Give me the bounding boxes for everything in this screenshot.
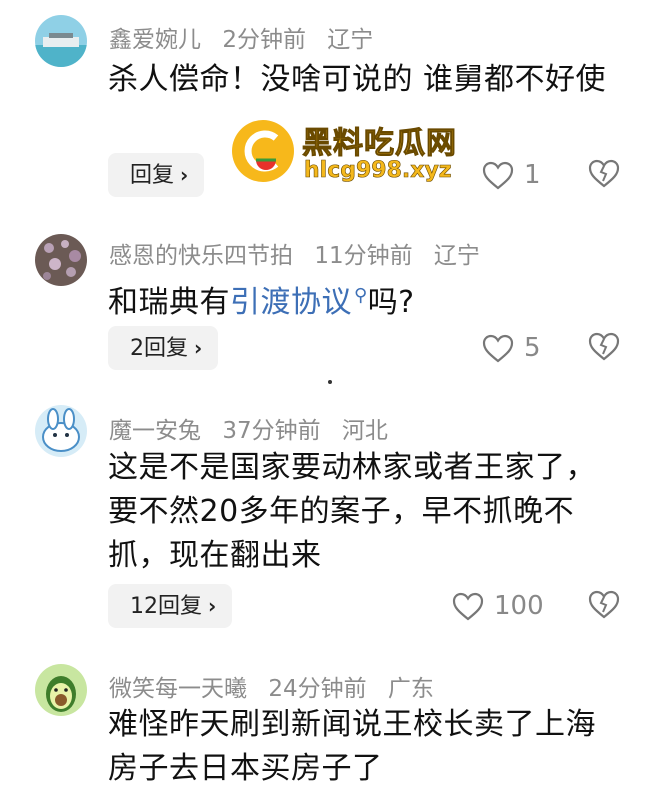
comment-meta: 感恩的快乐四节拍 11分钟前 辽宁	[109, 236, 494, 270]
location: 河北	[341, 418, 388, 444]
username[interactable]: 感恩的快乐四节拍	[109, 243, 293, 269]
broken-heart-icon	[588, 159, 620, 188]
chevron-right-icon: ›	[208, 594, 217, 618]
reply-label: 2回复	[130, 336, 188, 361]
dislike-button[interactable]	[588, 590, 620, 622]
avatar[interactable]	[35, 234, 87, 286]
comment-text-prefix: 和瑞典有	[108, 285, 230, 320]
watermark-logo-icon	[232, 120, 294, 182]
comment-meta: 微笑每一天曦 24分钟前 广东	[109, 669, 448, 703]
search-icon: ⚲	[354, 285, 368, 306]
reply-button[interactable]: 回复 ›	[108, 153, 205, 197]
reply-button[interactable]: 12回复 ›	[108, 584, 233, 628]
search-link[interactable]: 引渡协议	[230, 285, 352, 320]
watermark-site: hlcg998.xyz	[304, 158, 452, 184]
heart-outline-icon	[482, 161, 514, 189]
username[interactable]: 魔一安兔	[109, 418, 201, 444]
like-count: 1	[524, 160, 541, 190]
comment-meta: 魔一安兔 37分钟前 河北	[109, 411, 402, 445]
heart-outline-icon	[452, 592, 484, 620]
like-count: 5	[524, 333, 541, 363]
watermark-title: 黑料吃瓜网	[302, 126, 457, 162]
avatar[interactable]	[35, 405, 87, 457]
dislike-button[interactable]	[588, 159, 620, 191]
like-button[interactable]: 1	[482, 153, 541, 197]
username[interactable]: 鑫爱婉儿	[109, 27, 201, 53]
chevron-right-icon: ›	[194, 336, 203, 360]
comment-meta: 鑫爱婉儿 2分钟前 辽宁	[109, 20, 387, 54]
reply-button[interactable]: 2回复 ›	[108, 326, 219, 370]
reply-label: 回复	[130, 163, 175, 188]
avatar[interactable]	[35, 664, 87, 716]
dislike-button[interactable]	[588, 332, 620, 364]
divider-dot	[328, 380, 332, 384]
timestamp: 24分钟前	[268, 676, 367, 702]
like-button[interactable]: 5	[482, 326, 541, 370]
broken-heart-icon	[588, 332, 620, 361]
location: 辽宁	[433, 243, 480, 269]
avatar[interactable]	[35, 15, 87, 67]
heart-outline-icon	[482, 334, 514, 362]
comment-text: 和瑞典有引渡协议 ⚲吗?	[108, 274, 628, 325]
broken-heart-icon	[588, 590, 620, 619]
comment-text: 难怪昨天刷到新闻说王校长卖了上海房子去日本买房子了	[108, 707, 596, 786]
comment-text-suffix: 吗?	[367, 285, 415, 320]
like-count: 100	[494, 591, 544, 621]
like-button[interactable]: 100	[452, 584, 544, 628]
reply-label: 12回复	[130, 594, 202, 619]
comment-text: 这是不是国家要动林家或者王家了，要不然20多年的案子，早不抓晚不抓，现在翻出来	[108, 450, 596, 573]
comment-text: 杀人偿命！没啥可说的 谁舅都不好使	[108, 62, 607, 97]
location: 广东	[387, 676, 434, 702]
timestamp: 2分钟前	[222, 27, 306, 53]
watermark: 黑料吃瓜网 hlcg998.xyz	[232, 118, 482, 188]
location: 辽宁	[327, 27, 374, 53]
username[interactable]: 微笑每一天曦	[109, 676, 247, 702]
timestamp: 37分钟前	[222, 418, 321, 444]
timestamp: 11分钟前	[314, 243, 413, 269]
chevron-right-icon: ›	[180, 163, 189, 187]
